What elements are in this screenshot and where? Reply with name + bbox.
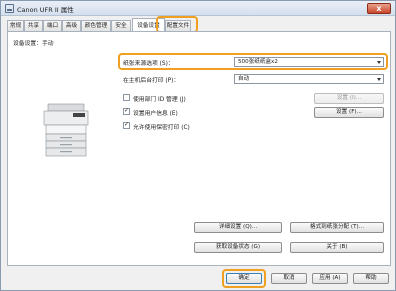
device-settings-panel: 设备设置：手动 纸张来源选项 (S)： 500张纸纸盒x2 在主机后台打印 (P… bbox=[7, 31, 391, 266]
close-button[interactable]: x bbox=[367, 3, 391, 14]
paper-source-option-highlight bbox=[118, 53, 388, 70]
chevron-down-icon bbox=[377, 78, 381, 81]
user-info-checkbox[interactable] bbox=[123, 107, 130, 115]
get-device-status-button[interactable]: 获取设备状态 (G) bbox=[194, 242, 282, 253]
device-settings-mode-label: 设备设置：手动 bbox=[13, 41, 54, 47]
printer-properties-window: Canon UFR II 属性 x 常规 共享 端口 高级 颜色管理 安全 设备… bbox=[0, 0, 396, 291]
host-spooling-value: 自动 bbox=[238, 76, 250, 82]
department-id-label: 使用部门 ID 管理 (J) bbox=[133, 97, 186, 103]
host-spooling-label: 在主机后台打印 (P)： bbox=[123, 78, 180, 84]
secure-print-checkbox[interactable] bbox=[123, 121, 130, 129]
apply-button[interactable]: 应用 (A) bbox=[312, 273, 348, 284]
title-bar: Canon UFR II 属性 x bbox=[1, 1, 395, 16]
secure-print-label: 允许使用保密打印 (C) bbox=[133, 125, 190, 131]
printer-icon bbox=[5, 4, 14, 13]
window-title: Canon UFR II 属性 bbox=[17, 6, 74, 14]
tab-ports[interactable]: 端口 bbox=[43, 20, 62, 31]
tab-color-management[interactable]: 颜色管理 bbox=[81, 20, 111, 31]
help-button[interactable]: 帮助 bbox=[353, 273, 389, 284]
user-info-settings-button[interactable]: 设置 (F)... bbox=[314, 107, 384, 118]
tab-sharing[interactable]: 共享 bbox=[24, 20, 43, 31]
printer-device-image bbox=[43, 103, 89, 157]
tab-security[interactable]: 安全 bbox=[111, 20, 131, 31]
tab-advanced[interactable]: 高级 bbox=[62, 20, 81, 31]
about-button[interactable]: 关于 (B) bbox=[290, 242, 384, 253]
format-to-paper-button[interactable]: 格式到纸张分配 (T)... bbox=[290, 222, 384, 233]
user-info-label: 设置用户信息 (E) bbox=[133, 111, 178, 117]
cancel-button[interactable]: 取消 bbox=[271, 273, 307, 284]
ok-button-highlight bbox=[222, 269, 266, 288]
host-spooling-select[interactable]: 自动 bbox=[234, 74, 384, 84]
details-button[interactable]: 详细设置 (Q)... bbox=[194, 222, 282, 233]
department-id-checkbox[interactable] bbox=[123, 94, 130, 101]
department-id-settings-button[interactable]: 设置 (I)... bbox=[314, 93, 384, 104]
tab-general[interactable]: 常规 bbox=[7, 20, 24, 31]
